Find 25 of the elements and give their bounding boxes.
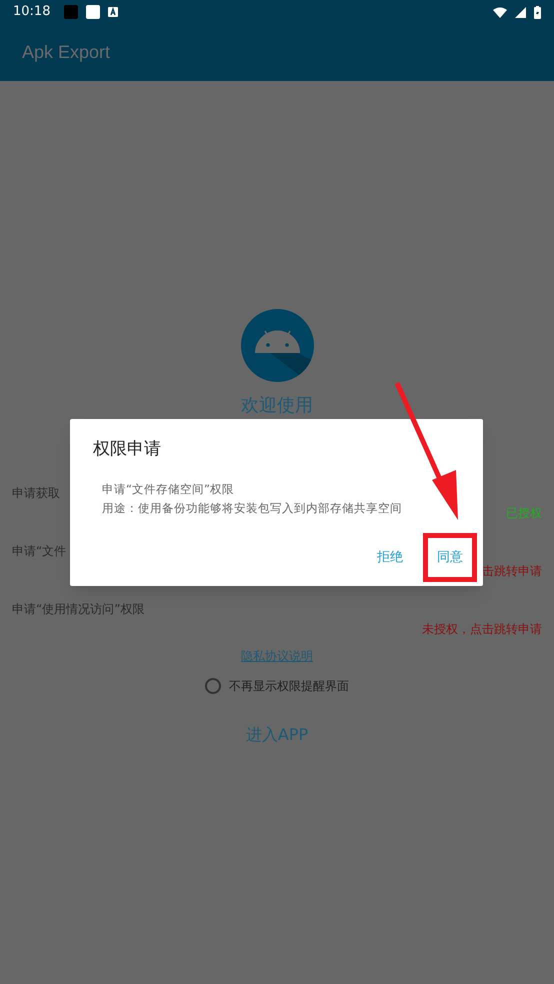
signal-icon (515, 6, 526, 18)
radio-button[interactable] (205, 678, 221, 694)
status-time: 10:18 (13, 3, 50, 22)
dialog-message: 用途：使用备份功能够将安装包写入到内部存储共享空间 (102, 500, 403, 517)
permission-status[interactable]: 未授权，点击跳转申请 (422, 620, 542, 638)
app-title: Apk Export (22, 41, 110, 64)
android-logo-icon (240, 309, 314, 382)
radio-label: 不再显示权限提醒界面 (229, 678, 349, 695)
battery-icon (534, 6, 541, 18)
dialog-message: 申请“文件存储空间”权限 (102, 480, 235, 498)
privacy-link[interactable]: 隐私协议说明 (241, 647, 313, 665)
permission-label: 申请获取 (12, 485, 60, 502)
enter-app-button[interactable]: 进入APP (238, 719, 316, 751)
permission-status[interactable]: 击跳转申请 (482, 562, 542, 580)
dialog-button[interactable]: 拒绝 (363, 532, 417, 582)
dialog-button[interactable]: 同意 (423, 532, 477, 582)
dialog-title: 权限申请 (93, 438, 162, 461)
permission-status[interactable]: 已授权 (506, 504, 542, 522)
permission-label: 申请“使用情况访问”权限 (12, 601, 144, 618)
notification-icon (108, 7, 118, 17)
notification-icon (86, 5, 100, 19)
permission-label: 申请“文件 (12, 543, 66, 560)
welcome-title: 欢迎使用 (241, 394, 313, 418)
notification-icon (64, 5, 78, 19)
wifi-icon (493, 6, 507, 18)
